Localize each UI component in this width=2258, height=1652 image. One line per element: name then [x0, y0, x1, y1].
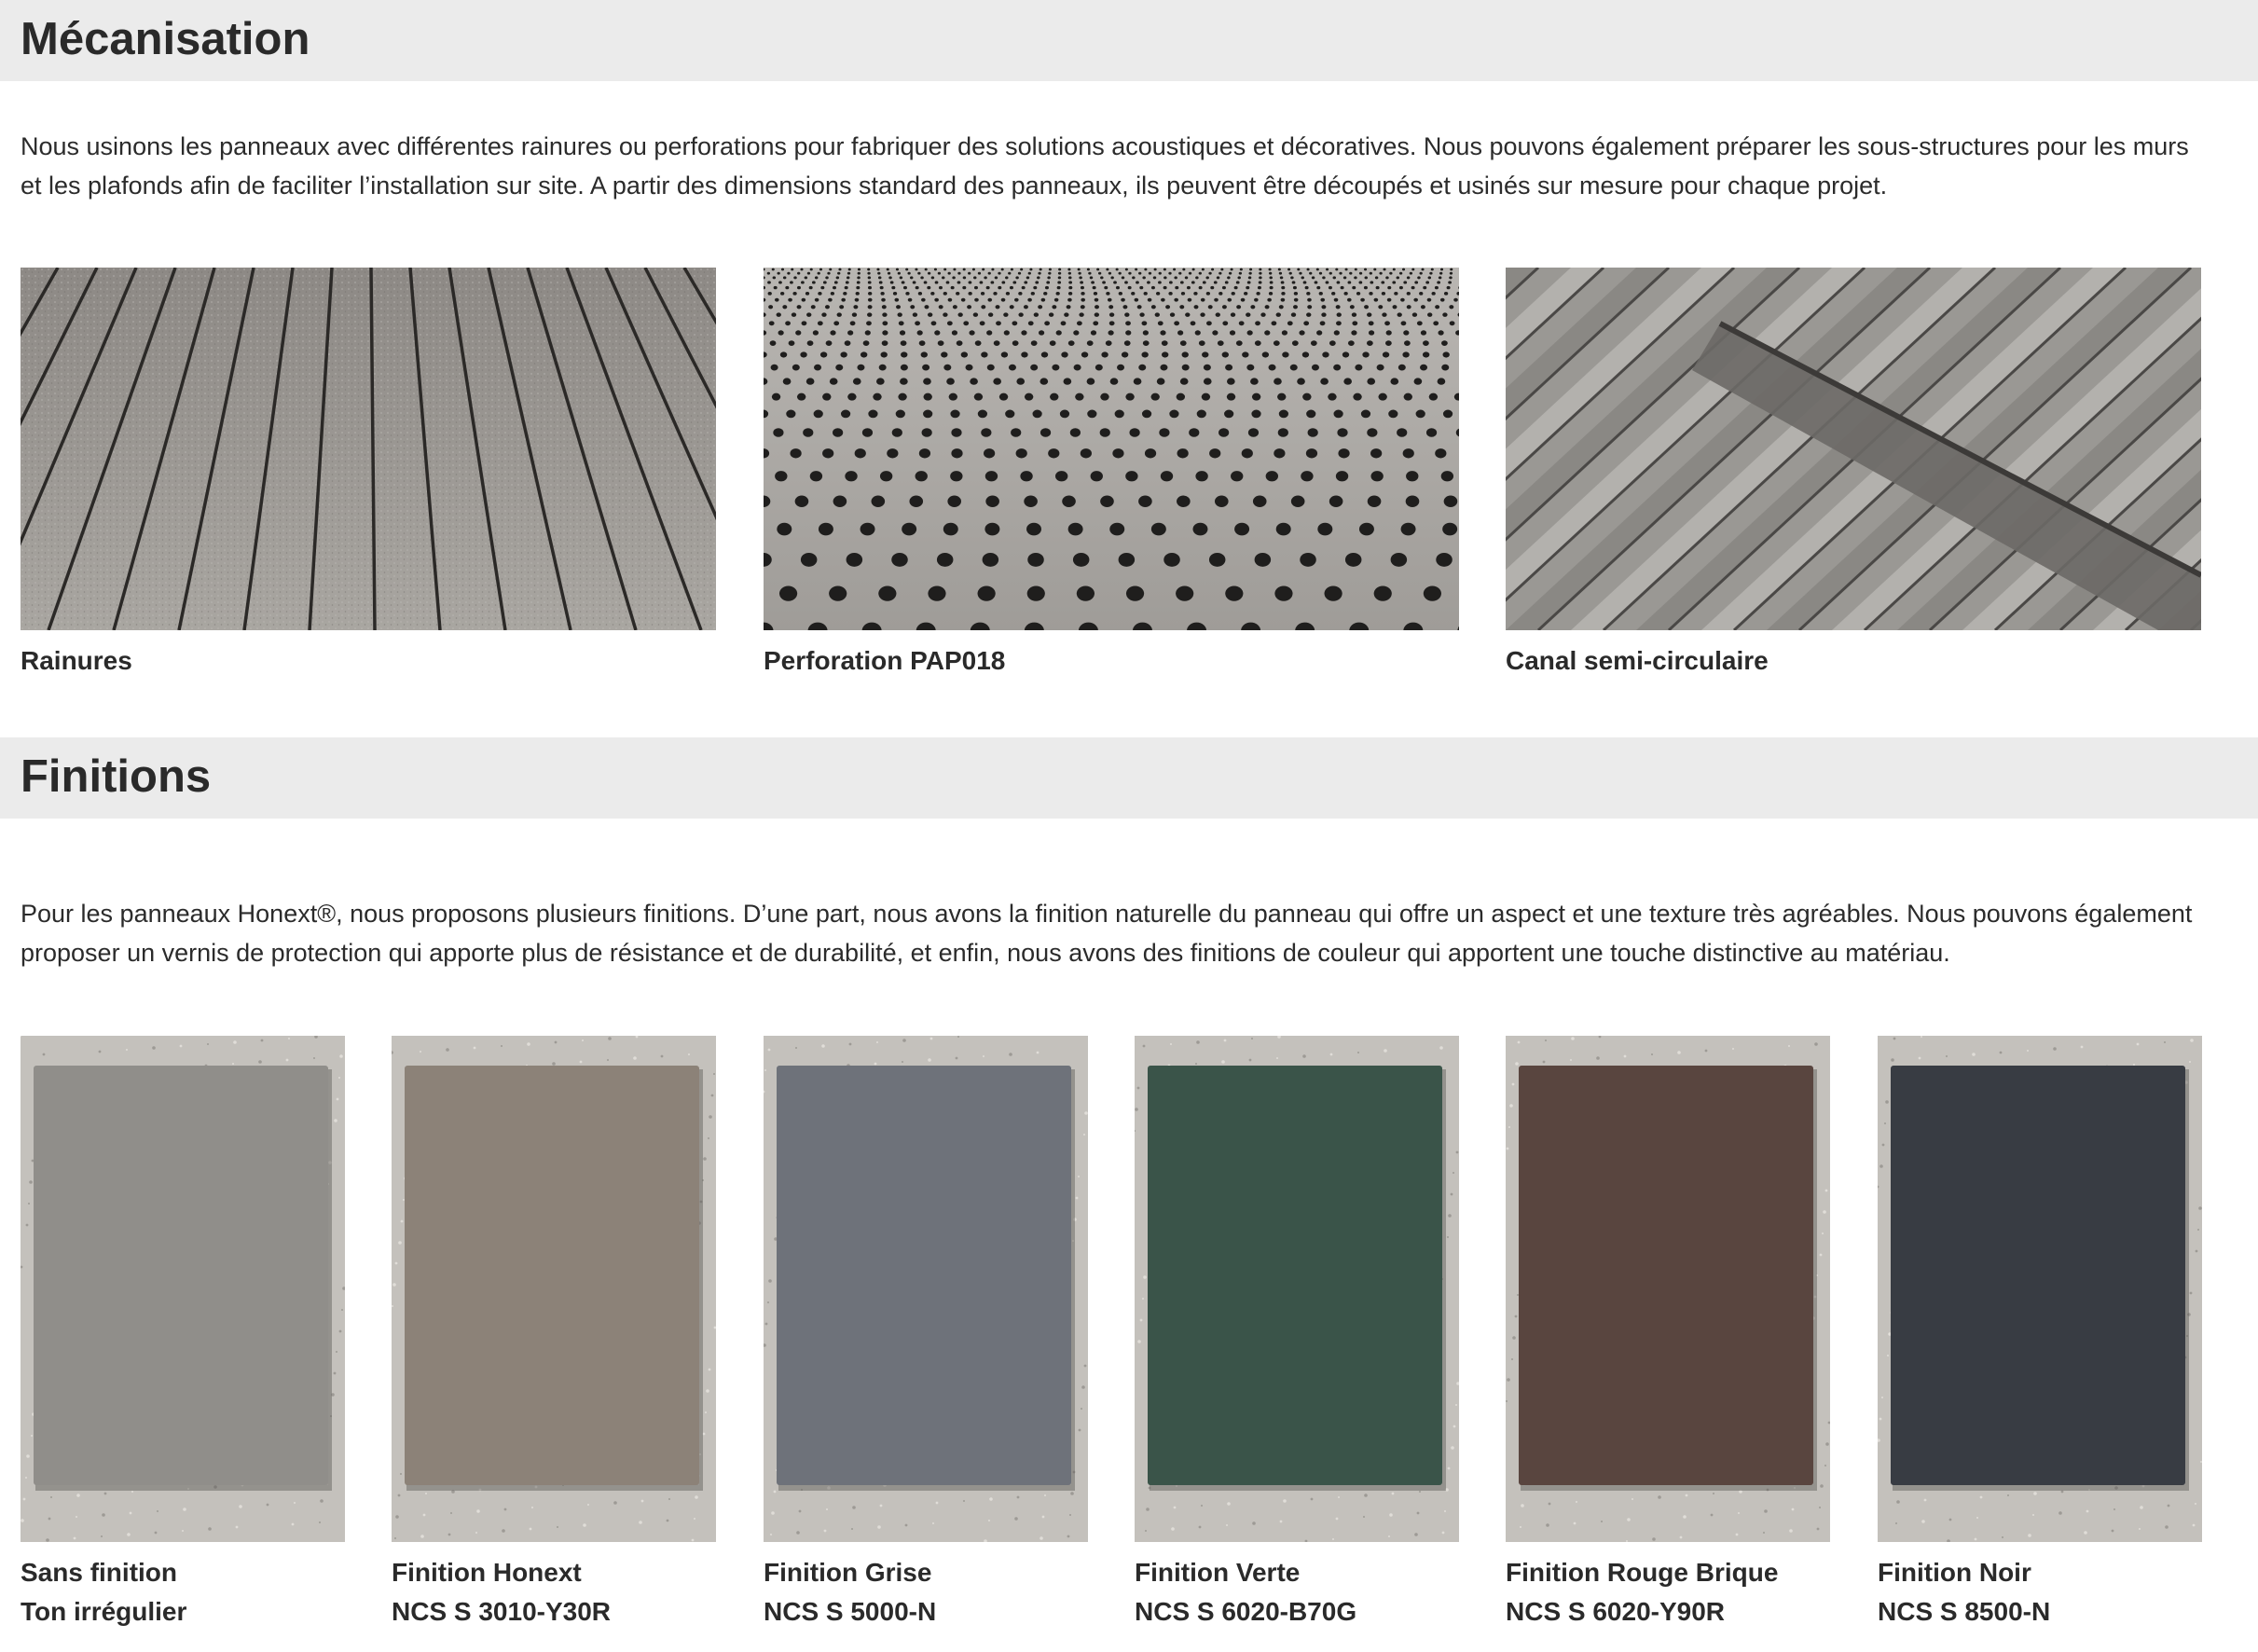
finition-code: NCS S 6020-Y90R	[1506, 1597, 1726, 1626]
intro-paragraph-finitions: Pour les panneaux Honext®, nous proposon…	[21, 900, 2193, 967]
mecanisation-item-rainures: Rainures	[21, 268, 716, 678]
finition-code: NCS S 8500-N	[1878, 1597, 2051, 1626]
section-header-finitions: Finitions	[0, 737, 2258, 819]
finition-label: Sans finition	[21, 1558, 177, 1587]
section-title: Finitions	[21, 751, 212, 802]
finition-label: Finition Rouge Brique	[1506, 1558, 1779, 1587]
finition-label: Finition Honext	[392, 1558, 582, 1587]
finition-label: Finition Grise	[764, 1558, 932, 1587]
canal-image	[1506, 268, 2201, 630]
finition-swatch-image	[21, 1036, 345, 1542]
finition-code: NCS S 6020-B70G	[1135, 1597, 1357, 1626]
finition-label: Finition Noir	[1878, 1558, 2031, 1587]
finition-swatch-image	[1506, 1036, 1830, 1542]
section-title: Mécanisation	[21, 14, 310, 64]
intro-paragraph-mecanisation: Nous usinons les panneaux avec différent…	[21, 132, 2189, 200]
finition-item: Finition Rouge Brique NCS S 6020-Y90R	[1506, 1036, 1830, 1652]
rainures-image	[21, 268, 716, 630]
finition-item: Finition Honext NCS S 3010-Y30R	[392, 1036, 716, 1652]
finition-code: NCS S 5000-N	[764, 1597, 937, 1626]
finition-swatch-image	[1135, 1036, 1459, 1542]
canal-caption: Canal semi-circulaire	[1506, 646, 1769, 675]
finition-code: Ton irrégulier	[21, 1597, 187, 1626]
finition-code: NCS S 3010-Y30R	[392, 1597, 612, 1626]
finition-label: Finition Verte	[1135, 1558, 1301, 1587]
finition-swatch-image	[764, 1036, 1088, 1542]
finition-item: Finition Grise NCS S 5000-N	[764, 1036, 1088, 1652]
perforation-image	[764, 268, 1459, 630]
finition-swatch-image	[392, 1036, 716, 1542]
finition-swatch-image	[1878, 1036, 2202, 1542]
perforation-caption: Perforation PAP018	[764, 646, 1006, 675]
finition-item: Sans finition Ton irrégulier	[21, 1036, 345, 1652]
mecanisation-item-perforation: Perforation PAP018	[764, 268, 1459, 678]
mecanisation-item-canal: Canal semi-circulaire	[1506, 268, 2201, 678]
finition-item: Finition Verte NCS S 6020-B70G	[1135, 1036, 1459, 1652]
finition-item: Finition Noir NCS S 8500-N	[1878, 1036, 2202, 1652]
rainures-caption: Rainures	[21, 646, 132, 675]
section-header-mecanisation: Mécanisation	[0, 0, 2258, 81]
